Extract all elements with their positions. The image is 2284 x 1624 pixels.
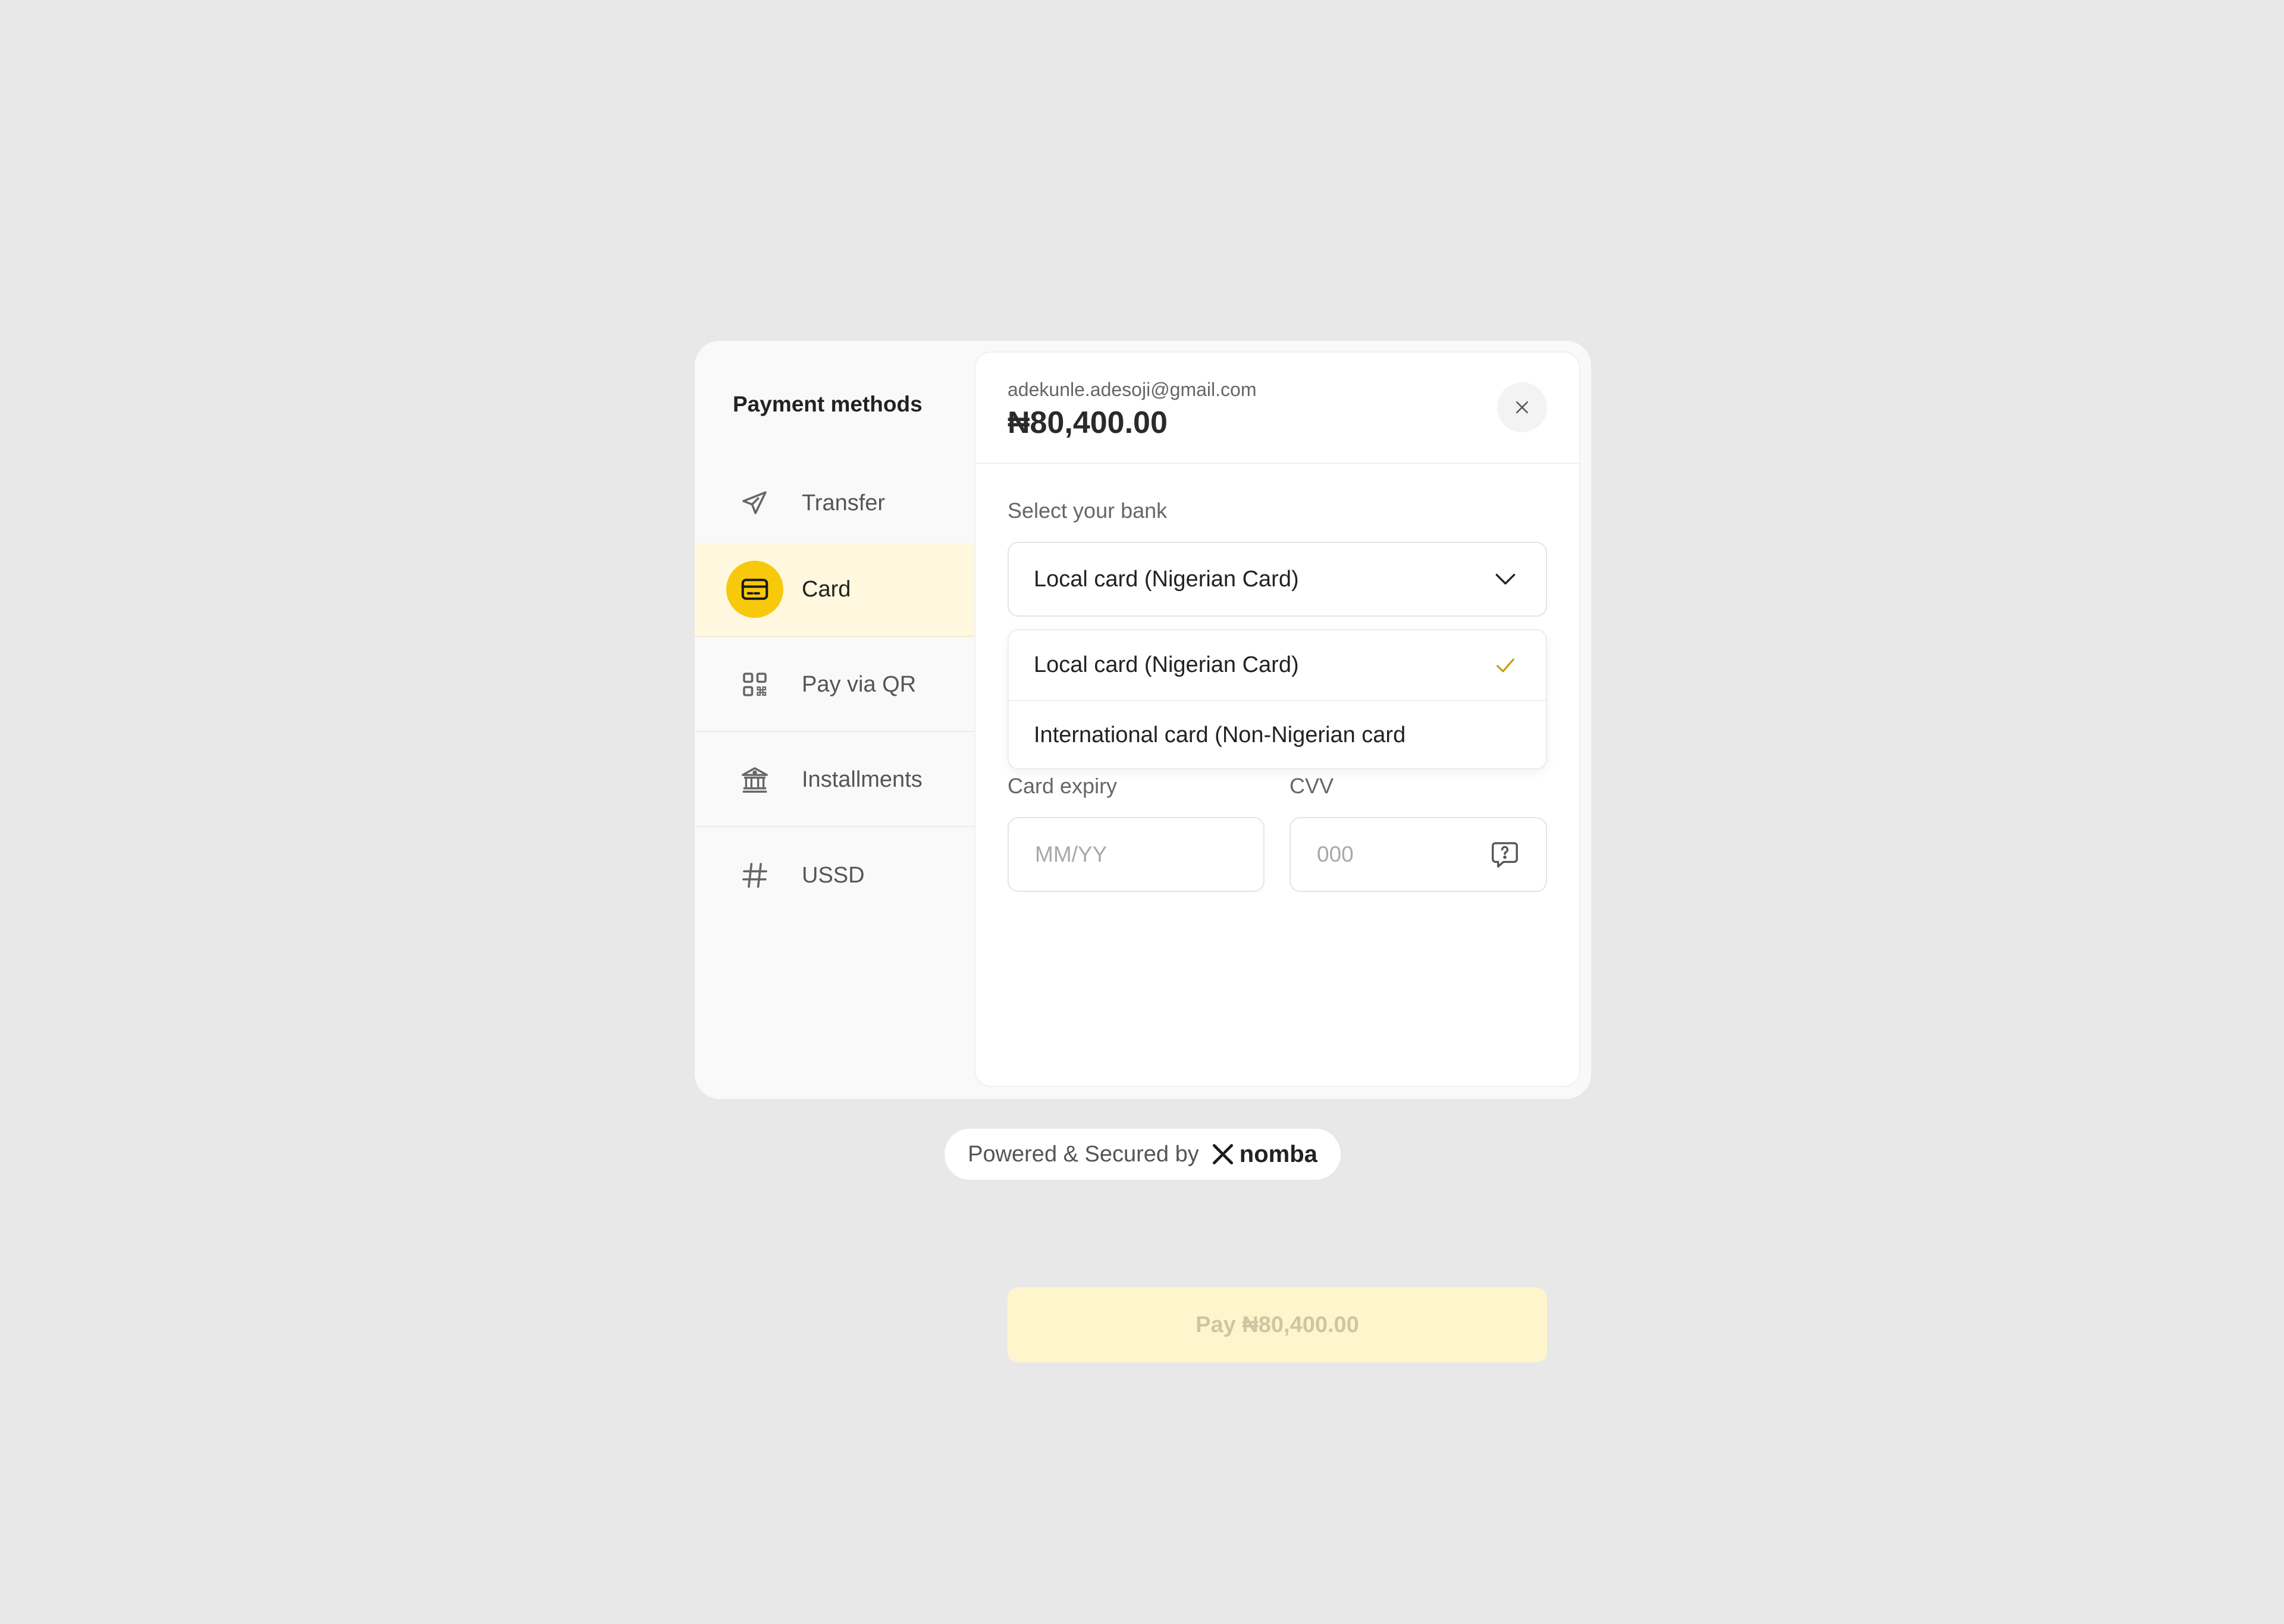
cvv-input[interactable] (1316, 841, 1489, 868)
payment-amount: ₦80,400.00 (1008, 406, 1168, 440)
payment-modal: Payment methods Transfer Card Pay via QR… (695, 341, 1591, 1362)
bank-dropdown-menu: Local card (Nigerian Card) International… (1008, 629, 1547, 769)
customer-email: adekunle.adesoji@gmail.com (1008, 379, 1257, 400)
cvv-field (1290, 817, 1547, 892)
cvv-label: CVV (1290, 774, 1334, 798)
sidebar-item-transfer[interactable]: Transfer (695, 457, 975, 551)
card-expiry-label: Card expiry (1008, 774, 1118, 798)
hash-icon (726, 847, 783, 904)
bank-option-international[interactable]: International card (Non-Nigerian card (1009, 700, 1546, 768)
brand-name: nomba (1239, 1141, 1317, 1167)
bank-select-label: Select your bank (1008, 498, 1168, 523)
close-button[interactable] (1497, 382, 1547, 432)
sidebar-item-ussd[interactable]: USSD (695, 828, 975, 922)
check-icon (1496, 658, 1514, 672)
payment-panel: adekunle.adesoji@gmail.com ₦80,400.00 Se… (975, 353, 1579, 1362)
sidebar-item-installments[interactable]: Installments (695, 733, 975, 827)
sidebar-item-label: Installments (802, 767, 923, 792)
chevron-down-icon (1495, 574, 1516, 585)
panel-header: adekunle.adesoji@gmail.com ₦80,400.00 (975, 353, 1579, 464)
help-bubble-icon[interactable] (1489, 838, 1521, 871)
bank-icon (726, 751, 783, 808)
card-icon (726, 561, 783, 618)
sidebar-item-label: Card (802, 576, 851, 602)
sidebar-item-label: USSD (802, 862, 865, 888)
option-label: International card (Non-Nigerian card (1034, 723, 1406, 747)
option-label: Local card (Nigerian Card) (1034, 652, 1299, 677)
bank-select-value: Local card (Nigerian Card) (1034, 566, 1299, 592)
powered-by-text: Powered & Secured by (968, 1141, 1199, 1167)
nomba-logo-icon (1212, 1144, 1233, 1165)
qr-icon (726, 656, 783, 713)
card-expiry-input[interactable] (1034, 841, 1263, 868)
powered-by-badge: Powered & Secured by nomba (945, 1129, 1341, 1180)
sidebar-title: Payment methods (733, 392, 923, 416)
bank-select[interactable]: Local card (Nigerian Card) (1008, 542, 1547, 617)
bank-option-local[interactable]: Local card (Nigerian Card) (1009, 630, 1546, 700)
card-expiry-field (1008, 817, 1265, 892)
sidebar-item-label: Pay via QR (802, 671, 917, 697)
sidebar-item-card[interactable]: Card (695, 543, 975, 637)
send-icon (726, 475, 783, 532)
sidebar-item-pay-via-qr[interactable]: Pay via QR (695, 638, 975, 732)
close-icon (1516, 401, 1528, 413)
sidebar-item-label: Transfer (802, 490, 886, 516)
pay-button[interactable]: Pay ₦80,400.00 (1008, 1287, 1547, 1362)
